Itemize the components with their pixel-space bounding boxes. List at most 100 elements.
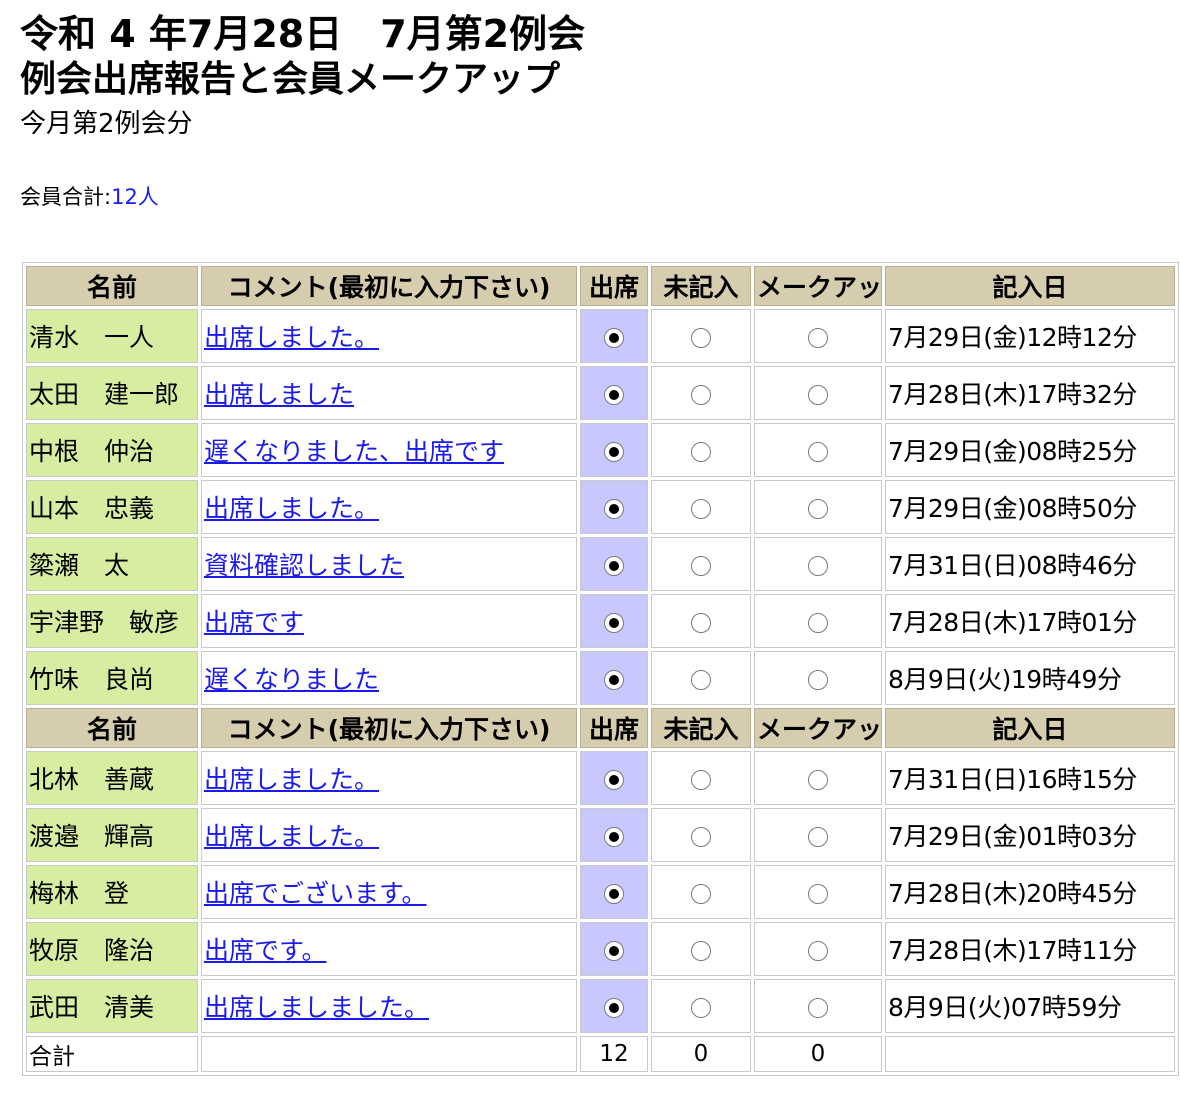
radio-attend[interactable] bbox=[604, 826, 624, 847]
radio-unrecorded[interactable] bbox=[691, 883, 711, 904]
member-name: 武田 清美 bbox=[26, 979, 198, 1033]
radio-attend[interactable] bbox=[604, 384, 624, 405]
radio-attend-cell bbox=[580, 537, 648, 591]
radio-attend[interactable] bbox=[604, 997, 624, 1018]
radio-makeup-cell bbox=[754, 594, 882, 648]
member-total-label: 会員合計: bbox=[20, 185, 112, 209]
radio-unrecorded-cell bbox=[651, 865, 751, 919]
comment-link[interactable]: 出席でございます。 bbox=[204, 879, 427, 908]
radio-attend[interactable] bbox=[604, 669, 624, 690]
comment-link[interactable]: 資料確認しました bbox=[204, 551, 404, 580]
radio-makeup[interactable] bbox=[808, 498, 828, 519]
header-makeup: メークアップ bbox=[754, 266, 882, 306]
comment-link[interactable]: 出席しました bbox=[204, 380, 354, 409]
radio-unrecorded[interactable] bbox=[691, 769, 711, 790]
attendance-table: 名前コメント(最初に入力下さい)出席未記入メークアップ記入日清水 一人出席しまし… bbox=[22, 262, 1179, 1076]
entry-date: 7月29日(金)12時12分 bbox=[885, 309, 1175, 363]
radio-makeup[interactable] bbox=[808, 612, 828, 633]
comment-link[interactable]: 出席しました。 bbox=[204, 765, 379, 794]
radio-attend[interactable] bbox=[604, 327, 624, 348]
comment-link[interactable]: 遅くなりました bbox=[204, 665, 379, 694]
comment-cell: 資料確認しました bbox=[201, 537, 577, 591]
entry-date: 7月29日(金)08時25分 bbox=[885, 423, 1175, 477]
comment-link[interactable]: 出席しました。 bbox=[204, 494, 379, 523]
radio-makeup[interactable] bbox=[808, 883, 828, 904]
page-caption: 今月第2例会分 bbox=[20, 109, 193, 139]
radio-makeup-cell bbox=[754, 309, 882, 363]
radio-unrecorded[interactable] bbox=[691, 327, 711, 348]
radio-attend[interactable] bbox=[604, 441, 624, 462]
radio-makeup-cell bbox=[754, 537, 882, 591]
summary-row: 合計 12 0 0 bbox=[26, 1036, 1175, 1072]
radio-unrecorded-cell bbox=[651, 423, 751, 477]
radio-makeup[interactable] bbox=[808, 555, 828, 576]
radio-unrecorded[interactable] bbox=[691, 384, 711, 405]
radio-unrecorded[interactable] bbox=[691, 498, 711, 519]
entry-date: 7月28日(木)17時32分 bbox=[885, 366, 1175, 420]
comment-link[interactable]: 出席です bbox=[204, 608, 304, 637]
header-date: 記入日 bbox=[885, 708, 1175, 748]
radio-attend-cell bbox=[580, 808, 648, 862]
radio-attend-cell bbox=[580, 651, 648, 705]
comment-cell: 遅くなりました bbox=[201, 651, 577, 705]
member-name: 簗瀬 太 bbox=[26, 537, 198, 591]
header-attend: 出席 bbox=[580, 266, 648, 306]
radio-makeup[interactable] bbox=[808, 940, 828, 961]
comment-link[interactable]: 出席です。 bbox=[204, 936, 327, 965]
radio-attend[interactable] bbox=[604, 769, 624, 790]
radio-makeup[interactable] bbox=[808, 826, 828, 847]
radio-unrecorded-cell bbox=[651, 537, 751, 591]
table-header-row: 名前コメント(最初に入力下さい)出席未記入メークアップ記入日 bbox=[26, 708, 1175, 748]
radio-attend[interactable] bbox=[604, 555, 624, 576]
radio-makeup-cell bbox=[754, 480, 882, 534]
radio-makeup[interactable] bbox=[808, 327, 828, 348]
table-row: 宇津野 敏彦 出席です 7月28日(木)17時01分 bbox=[26, 594, 1175, 648]
radio-attend[interactable] bbox=[604, 883, 624, 904]
radio-attend[interactable] bbox=[604, 940, 624, 961]
radio-attend[interactable] bbox=[604, 498, 624, 519]
member-total: 会員合計:12人 bbox=[20, 183, 159, 211]
radio-makeup-cell bbox=[754, 423, 882, 477]
comment-link[interactable]: 出席しました。 bbox=[204, 323, 379, 352]
entry-date: 8月9日(火)19時49分 bbox=[885, 651, 1175, 705]
radio-attend[interactable] bbox=[604, 612, 624, 633]
radio-unrecorded[interactable] bbox=[691, 441, 711, 462]
radio-makeup[interactable] bbox=[808, 384, 828, 405]
table-row: 竹味 良尚 遅くなりました 8月9日(火)19時49分 bbox=[26, 651, 1175, 705]
radio-makeup[interactable] bbox=[808, 441, 828, 462]
radio-makeup[interactable] bbox=[808, 769, 828, 790]
radio-makeup[interactable] bbox=[808, 997, 828, 1018]
member-name: 宇津野 敏彦 bbox=[26, 594, 198, 648]
comment-cell: 出席です。 bbox=[201, 922, 577, 976]
radio-unrecorded[interactable] bbox=[691, 669, 711, 690]
comment-link[interactable]: 遅くなりました、出席です bbox=[204, 437, 504, 466]
radio-unrecorded[interactable] bbox=[691, 555, 711, 576]
entry-date: 7月31日(日)08時46分 bbox=[885, 537, 1175, 591]
table-header-row: 名前コメント(最初に入力下さい)出席未記入メークアップ記入日 bbox=[26, 266, 1175, 306]
radio-makeup-cell bbox=[754, 808, 882, 862]
comment-link[interactable]: 出席しました。 bbox=[204, 822, 379, 851]
entry-date: 7月28日(木)20時45分 bbox=[885, 865, 1175, 919]
table-row: 太田 建一郎 出席しました 7月28日(木)17時32分 bbox=[26, 366, 1175, 420]
radio-unrecorded[interactable] bbox=[691, 826, 711, 847]
summary-comment bbox=[201, 1036, 577, 1072]
summary-attend: 12 bbox=[580, 1036, 648, 1072]
summary-unrecorded: 0 bbox=[651, 1036, 751, 1072]
comment-cell: 出席しました。 bbox=[201, 808, 577, 862]
radio-unrecorded[interactable] bbox=[691, 940, 711, 961]
header-unrecorded: 未記入 bbox=[651, 708, 751, 748]
radio-makeup[interactable] bbox=[808, 669, 828, 690]
member-name: 牧原 隆治 bbox=[26, 922, 198, 976]
radio-unrecorded[interactable] bbox=[691, 612, 711, 633]
radio-makeup-cell bbox=[754, 366, 882, 420]
radio-unrecorded-cell bbox=[651, 808, 751, 862]
summary-makeup: 0 bbox=[754, 1036, 882, 1072]
radio-attend-cell bbox=[580, 309, 648, 363]
comment-cell: 出席しましました。 bbox=[201, 979, 577, 1033]
radio-unrecorded[interactable] bbox=[691, 997, 711, 1018]
comment-cell: 出席しました。 bbox=[201, 751, 577, 805]
radio-attend-cell bbox=[580, 423, 648, 477]
member-name: 渡邉 輝高 bbox=[26, 808, 198, 862]
header-unrecorded: 未記入 bbox=[651, 266, 751, 306]
comment-link[interactable]: 出席しましました。 bbox=[204, 993, 429, 1022]
